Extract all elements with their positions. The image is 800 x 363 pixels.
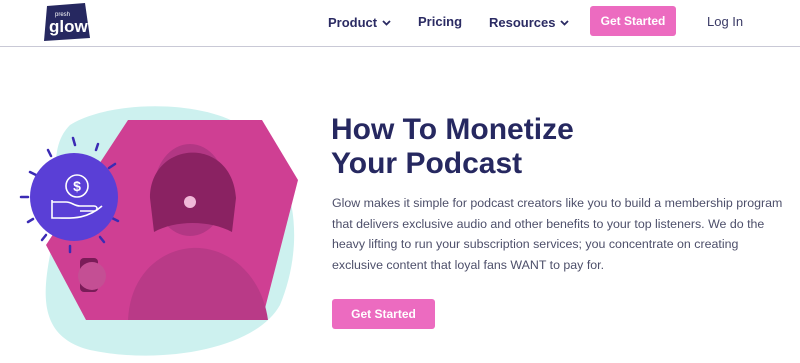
chevron-down-icon xyxy=(382,14,391,29)
badge-dollar-symbol: $ xyxy=(73,178,81,194)
nav-product[interactable]: Product xyxy=(328,14,391,30)
top-navbar: presh glow Product Pricing Resources Get… xyxy=(0,0,800,47)
nav-product-label: Product xyxy=(328,15,378,30)
chevron-down-icon xyxy=(560,14,570,29)
nav-pricing[interactable]: Pricing xyxy=(418,14,462,29)
hero-title-line1: How To Monetize xyxy=(331,113,574,146)
nav-resources[interactable]: Resources xyxy=(489,14,570,30)
glow-logo[interactable]: presh glow xyxy=(41,3,90,41)
logo-text: glow xyxy=(49,17,88,36)
login-link[interactable]: Log In xyxy=(707,14,743,29)
hero-title: How To Monetize Your Podcast xyxy=(331,113,751,181)
nav-resources-label: Resources xyxy=(489,15,556,30)
hero-title-line2: Your Podcast xyxy=(331,147,523,180)
hero-description: Glow makes it simple for podcast creator… xyxy=(332,196,783,272)
hero-get-started-button[interactable]: Get Started xyxy=(332,299,435,329)
hero-illustration: $ xyxy=(19,106,298,356)
nav-get-started-button[interactable]: Get Started xyxy=(590,6,676,36)
